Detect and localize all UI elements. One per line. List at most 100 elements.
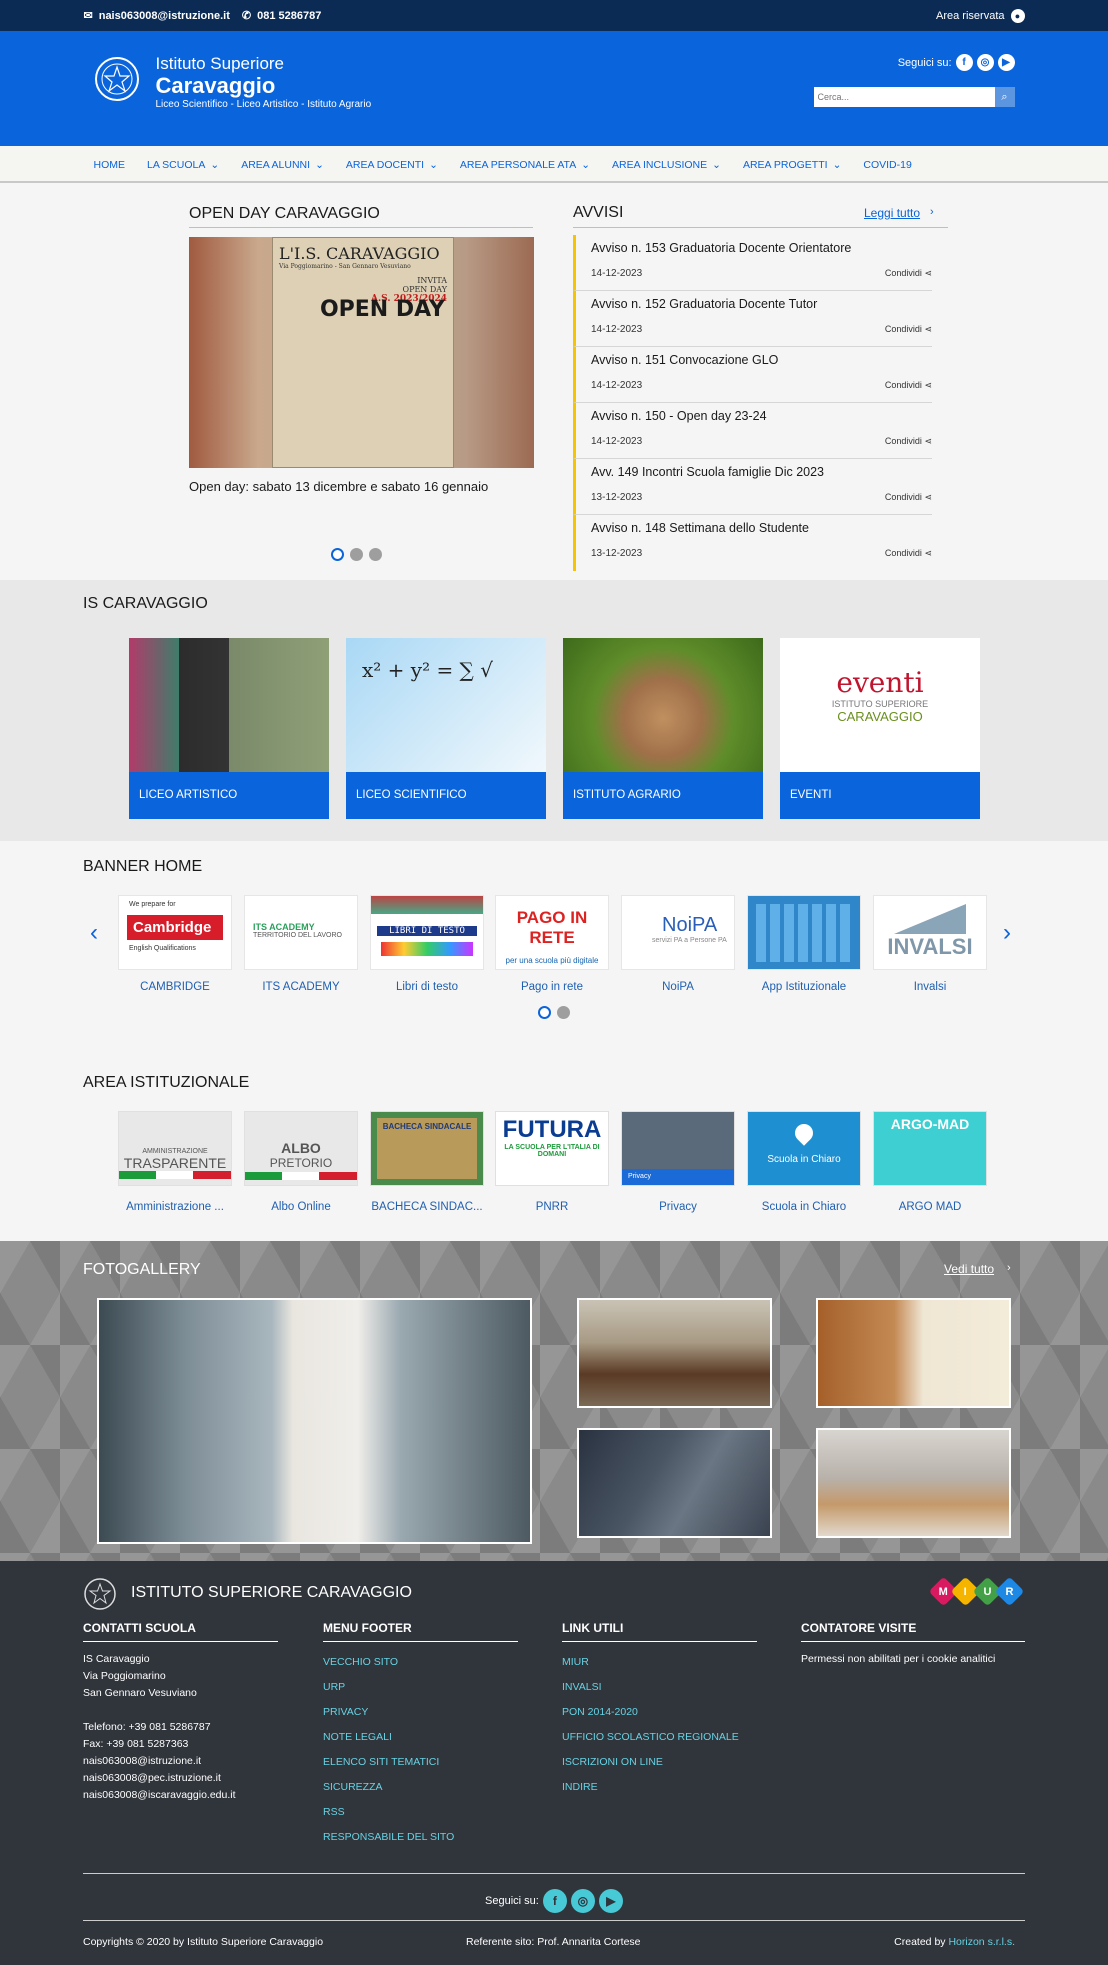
area-trasparente[interactable]: AMMINISTRAZIONE TRASPARENTE bbox=[118, 1111, 232, 1186]
card-liceo-artistico[interactable]: LICEO ARTISTICO bbox=[129, 638, 329, 819]
footer-link[interactable]: NOTE LEGALI bbox=[323, 1725, 518, 1750]
footer-link[interactable]: MIUR bbox=[562, 1650, 757, 1675]
footer-link[interactable]: PRIVACY bbox=[323, 1700, 518, 1725]
contact-email[interactable]: nais063008@pec.istruzione.it bbox=[83, 1770, 278, 1787]
gallery-photo[interactable] bbox=[577, 1428, 772, 1538]
banner-noipa[interactable]: NoiPA servizi PA a Persone PA bbox=[621, 895, 735, 970]
banner-invalsi[interactable]: INVALSI bbox=[873, 895, 987, 970]
nav-la-scuola[interactable]: LA SCUOLA ⌄ bbox=[147, 159, 219, 171]
footer-link[interactable]: UFFICIO SCOLASTICO REGIONALE bbox=[562, 1725, 757, 1750]
banner-pago-in-rete[interactable]: PAGO IN RETE per una scuola più digitale bbox=[495, 895, 609, 970]
nav-area-progetti[interactable]: AREA PROGETTI ⌄ bbox=[743, 159, 841, 171]
instagram-icon[interactable]: ◎ bbox=[570, 1889, 595, 1913]
openday-slide-image[interactable]: L'I.S. CARAVAGGIO Via Poggiomarino - San… bbox=[189, 237, 534, 468]
avvisi-read-all-link[interactable]: Leggi tutto bbox=[864, 206, 920, 220]
contact-email[interactable]: nais063008@istruzione.it bbox=[83, 1753, 278, 1770]
gallery-photo[interactable] bbox=[816, 1428, 1011, 1538]
area-label[interactable]: ARGO MAD bbox=[873, 1201, 987, 1213]
share-button[interactable]: Condividi ⋖ bbox=[885, 436, 932, 447]
card-liceo-scientifico[interactable]: x² + y² = ∑ √ LICEO SCIENTIFICO bbox=[346, 638, 546, 819]
banner-label[interactable]: Libri di testo bbox=[370, 981, 484, 993]
area-pnrr[interactable]: FUTURA LA SCUOLA PER L'ITALIA DI DOMANI bbox=[495, 1111, 609, 1186]
area-label[interactable]: Amministrazione ... bbox=[118, 1201, 232, 1213]
share-button[interactable]: Condividi ⋖ bbox=[885, 492, 932, 503]
footer-link[interactable]: ISCRIZIONI ON LINE bbox=[562, 1750, 757, 1775]
facebook-icon[interactable]: f bbox=[955, 54, 973, 71]
nav-area-ata[interactable]: AREA PERSONALE ATA ⌄ bbox=[460, 159, 590, 171]
nav-area-docenti[interactable]: AREA DOCENTI ⌄ bbox=[346, 159, 438, 171]
banner-its-academy[interactable]: ITS ACADEMY TERRITORIO DEL LAVORO bbox=[244, 895, 358, 970]
share-button[interactable]: Condividi ⋖ bbox=[885, 268, 932, 279]
instagram-icon[interactable]: ◎ bbox=[976, 54, 994, 71]
footer-link[interactable]: RSS bbox=[323, 1800, 518, 1825]
avviso-title-link[interactable]: Avviso n. 153 Graduatoria Docente Orient… bbox=[591, 241, 851, 255]
footer-link[interactable]: VECCHIO SITO bbox=[323, 1650, 518, 1675]
share-button[interactable]: Condividi ⋖ bbox=[885, 324, 932, 335]
banner-label[interactable]: Pago in rete bbox=[495, 981, 609, 993]
nav-area-inclusione[interactable]: AREA INCLUSIONE ⌄ bbox=[612, 159, 721, 171]
banner-label[interactable]: Invalsi bbox=[873, 981, 987, 993]
search-button[interactable]: ⌕ bbox=[994, 87, 1015, 107]
area-label[interactable]: Scuola in Chiaro bbox=[747, 1201, 861, 1213]
slider-dot[interactable] bbox=[557, 1006, 570, 1019]
banner-label[interactable]: CAMBRIDGE bbox=[118, 981, 232, 993]
avviso-title-link[interactable]: Avviso n. 150 - Open day 23-24 bbox=[591, 409, 767, 423]
chevron-left-icon[interactable]: ‹ bbox=[90, 919, 98, 947]
footer-link[interactable]: ELENCO SITI TEMATICI bbox=[323, 1750, 518, 1775]
footer-link[interactable]: SICUREZZA bbox=[323, 1775, 518, 1800]
contact-email[interactable]: nais063008@iscaravaggio.edu.it bbox=[83, 1787, 278, 1804]
slider-dot-active[interactable] bbox=[538, 1006, 551, 1019]
nav-home[interactable]: HOME bbox=[94, 159, 126, 171]
avviso-title-link[interactable]: Avviso n. 151 Convocazione GLO bbox=[591, 353, 778, 367]
site-brand[interactable]: Istituto Superiore Caravaggio Liceo Scie… bbox=[156, 54, 372, 110]
footer-link[interactable]: PON 2014-2020 bbox=[562, 1700, 757, 1725]
area-label[interactable]: Privacy bbox=[621, 1201, 735, 1213]
chevron-right-icon[interactable]: › bbox=[1003, 919, 1011, 947]
area-label[interactable]: Albo Online bbox=[244, 1201, 358, 1213]
share-button[interactable]: Condividi ⋖ bbox=[885, 380, 932, 391]
banner-label[interactable]: App Istituzionale bbox=[747, 981, 861, 993]
gallery-view-all-link[interactable]: Vedi tutto bbox=[944, 1262, 994, 1276]
republic-emblem-logo[interactable] bbox=[94, 51, 140, 107]
avviso-title-link[interactable]: Avviso n. 148 Settimana dello Studente bbox=[591, 521, 809, 535]
openday-caption[interactable]: Open day: sabato 13 dicembre e sabato 16… bbox=[189, 479, 488, 494]
area-argo-mad[interactable]: ARGO-MAD bbox=[873, 1111, 987, 1186]
footer-link[interactable]: INVALSI bbox=[562, 1675, 757, 1700]
miur-logo[interactable]: M I U R bbox=[928, 1576, 1025, 1607]
banner-cambridge[interactable]: We prepare for Cambridge English Qualifi… bbox=[118, 895, 232, 970]
banner-label[interactable]: ITS ACADEMY bbox=[244, 981, 358, 993]
area-albo[interactable]: ALBO PRETORIO bbox=[244, 1111, 358, 1186]
share-button[interactable]: Condividi ⋖ bbox=[885, 548, 932, 559]
slider-dot-active[interactable] bbox=[331, 548, 344, 561]
avviso-title-link[interactable]: Avviso n. 152 Graduatoria Docente Tutor bbox=[591, 297, 817, 311]
nav-covid[interactable]: COVID-19 bbox=[863, 159, 911, 171]
area-scuola-in-chiaro[interactable]: Scuola in Chiaro bbox=[747, 1111, 861, 1186]
reserved-area-link[interactable]: Area riservata ● bbox=[936, 8, 1025, 23]
footer-link[interactable]: URP bbox=[323, 1675, 518, 1700]
youtube-icon[interactable]: ▶ bbox=[598, 1889, 623, 1913]
gallery-photo[interactable] bbox=[816, 1298, 1011, 1408]
banner-libri-di-testo[interactable]: LIBRI DI TESTO bbox=[370, 895, 484, 970]
email-link[interactable]: nais063008@istruzione.it bbox=[99, 10, 230, 22]
search-input[interactable] bbox=[813, 87, 995, 107]
area-privacy[interactable]: Privacy bbox=[621, 1111, 735, 1186]
gallery-photo[interactable] bbox=[577, 1298, 772, 1408]
gallery-photo-large[interactable] bbox=[97, 1298, 532, 1544]
facebook-icon[interactable]: f bbox=[542, 1889, 567, 1913]
footer-col-title: CONTATTI SCUOLA bbox=[83, 1621, 278, 1642]
nav-area-alunni[interactable]: AREA ALUNNI ⌄ bbox=[241, 159, 324, 171]
area-bacheca[interactable]: BACHECA SINDACALE bbox=[370, 1111, 484, 1186]
banner-label[interactable]: NoiPA bbox=[621, 981, 735, 993]
avviso-title-link[interactable]: Avv. 149 Incontri Scuola famiglie Dic 20… bbox=[591, 465, 824, 479]
card-istituto-agrario[interactable]: ISTITUTO AGRARIO bbox=[563, 638, 763, 819]
banner-app-istituzionale[interactable] bbox=[747, 895, 861, 970]
slider-dot[interactable] bbox=[350, 548, 363, 561]
slider-dot[interactable] bbox=[369, 548, 382, 561]
card-eventi[interactable]: eventi ISTITUTO SUPERIORE CARAVAGGIO EVE… bbox=[780, 638, 980, 819]
creator-link[interactable]: Horizon s.r.l.s. bbox=[948, 1936, 1015, 1948]
area-label[interactable]: BACHECA SINDAC... bbox=[370, 1201, 484, 1213]
footer-link[interactable]: INDIRE bbox=[562, 1775, 757, 1800]
footer-link[interactable]: RESPONSABILE DEL SITO bbox=[323, 1825, 518, 1850]
youtube-icon[interactable]: ▶ bbox=[997, 54, 1015, 71]
area-label[interactable]: PNRR bbox=[495, 1201, 609, 1213]
